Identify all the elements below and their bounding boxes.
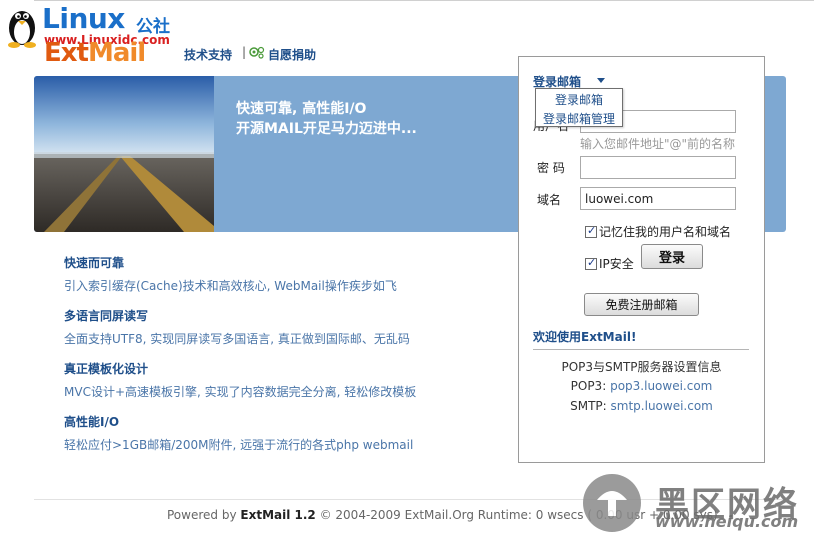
penguin-icon [8, 11, 36, 48]
donate-link[interactable]: 自愿捐助 [268, 46, 316, 63]
domain-input[interactable] [580, 187, 736, 210]
feature-title: 快速而可靠 [64, 256, 125, 270]
tech-support-link[interactable]: 技术支持 [184, 46, 232, 63]
checkmark-icon: ✓ [587, 255, 597, 269]
feature-desc: 引入索引缓存(Cache)技术和高效核心, WebMail操作疾步如飞 [64, 279, 397, 293]
top-divider [34, 0, 814, 1]
heiqu-logo-icon [583, 474, 641, 532]
linux-wordmark: Linux [42, 2, 125, 35]
chevron-down-icon[interactable] [597, 78, 605, 83]
banner-headline: 快速可靠, 高性能I/O [236, 101, 367, 117]
remember-row: ✓ 记忆住我的用户名和域名 [585, 223, 731, 240]
feature-title: 多语言同屏读写 [64, 309, 149, 323]
top-link-separator: | [242, 45, 247, 59]
feature-desc: MVC设计+高速模板引擎, 实现了内容数据完全分离, 轻松修改模板 [64, 385, 417, 399]
dropdown-item-login-mailbox[interactable]: 登录邮箱 [536, 91, 622, 108]
feature-title: 真正模板化设计 [64, 362, 149, 376]
server-info-heading: POP3与SMTP服务器设置信息 [561, 360, 722, 374]
pop3-key: POP3: [570, 379, 607, 393]
feature-multilingual: 多语言同屏读写 全面支持UTF8, 实现同屏读写多国语言, 真正做到国际邮、无乱… [64, 307, 410, 347]
dropdown-item-login-admin[interactable]: 登录邮箱管理 [536, 110, 622, 127]
feature-desc: 全面支持UTF8, 实现同屏读写多国语言, 真正做到国际邮、无乱码 [64, 332, 410, 346]
welcome-divider [533, 349, 749, 350]
banner-subheadline: 开源MAIL开足马力迈进中... [236, 121, 417, 137]
password-label: 密 码 [537, 161, 565, 175]
feature-desc: 轻松应付>1GB邮箱/200M附件, 远强于流行的各式php webmail [64, 438, 414, 452]
footer-product: ExtMail 1.2 [240, 508, 316, 522]
smtp-info: SMTP: smtp.luowei.com [519, 399, 764, 413]
heiqu-watermark-url: www.heiqu.com [655, 512, 799, 531]
donate-icon [249, 46, 265, 59]
feature-templates: 真正模板化设计 MVC设计+高速模板引擎, 实现了内容数据完全分离, 轻松修改模… [64, 360, 416, 400]
smtp-value: smtp.luowei.com [610, 399, 713, 413]
remember-label: 记忆住我的用户名和域名 [599, 225, 732, 239]
username-hint: 输入您邮件地址"@"前的名称 [580, 137, 736, 151]
ipsecure-label: IP安全 [599, 257, 634, 271]
road-photo [34, 76, 214, 232]
password-input[interactable] [580, 156, 736, 179]
smtp-key: SMTP: [570, 399, 607, 413]
login-mode-dropdown: 登录邮箱 登录邮箱管理 [535, 88, 623, 127]
pop3-info: POP3: pop3.luowei.com [519, 379, 764, 393]
feature-fast-reliable: 快速而可靠 引入索引缓存(Cache)技术和高效核心, WebMail操作疾步如… [64, 254, 397, 294]
checkmark-icon: ✓ [587, 223, 597, 237]
ipsecure-checkbox[interactable]: ✓ [585, 255, 597, 270]
feature-high-performance: 高性能I/O 轻松应付>1GB邮箱/200M附件, 远强于流行的各式php we… [64, 413, 413, 453]
register-button[interactable]: 免费注册邮箱 [584, 293, 699, 316]
domain-label: 域名 [537, 193, 562, 207]
welcome-title: 欢迎使用ExtMail! [533, 330, 637, 344]
ipsecure-row: ✓ IP安全 [585, 255, 634, 272]
login-button[interactable]: 登录 [641, 244, 703, 269]
feature-title: 高性能I/O [64, 415, 120, 429]
extmail-logo: ExtMail [44, 38, 146, 68]
mushroom-icon [597, 491, 627, 516]
extmail-logo-part2: Mail [87, 38, 146, 68]
footer-prefix: Powered by [167, 508, 237, 522]
remember-checkbox[interactable]: ✓ [585, 223, 597, 238]
pop3-value: pop3.luowei.com [610, 379, 713, 393]
extmail-logo-part1: Ext [44, 38, 89, 68]
